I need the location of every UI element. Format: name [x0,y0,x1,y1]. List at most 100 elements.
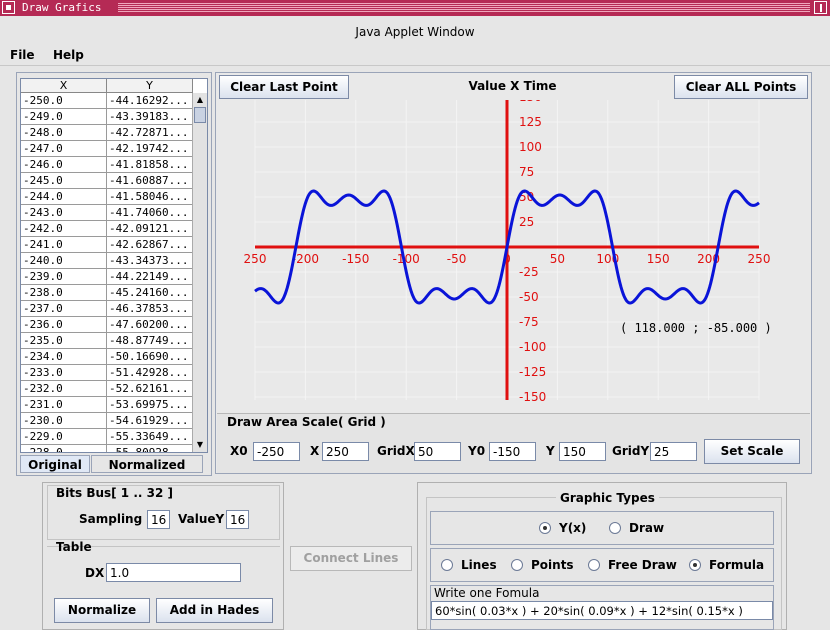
column-header-y[interactable]: Y [107,79,193,93]
cell-y[interactable]: -54.61929... [107,413,193,429]
cell-y[interactable]: -46.37853... [107,301,193,317]
table-row[interactable]: -247.0 -42.19742... [21,141,193,157]
cell-y[interactable]: -43.39183... [107,109,193,125]
table-scrollbar[interactable]: ▲ ▼ [192,93,207,452]
cell-y[interactable]: -44.16292... [107,93,193,109]
table-row[interactable]: -236.0 -47.60200... [21,317,193,333]
cell-x[interactable]: -244.0 [21,189,107,205]
plot-area[interactable]: 250-200-150-100-500501001502002501501251… [218,100,810,412]
cell-x[interactable]: -234.0 [21,349,107,365]
scroll-down-icon[interactable]: ▼ [195,440,205,450]
clear-last-point-button[interactable]: Clear Last Point [219,75,349,99]
table-row[interactable]: -240.0 -43.34373... [21,253,193,269]
cell-x[interactable]: -238.0 [21,285,107,301]
cell-y[interactable]: -45.24160... [107,285,193,301]
cell-x[interactable]: -245.0 [21,173,107,189]
cell-y[interactable]: -55.80928... [107,445,193,452]
draw-radio[interactable] [609,522,621,534]
lines-radio[interactable] [441,559,453,571]
formula-radio-label[interactable]: Formula [709,558,764,572]
cell-x[interactable]: -232.0 [21,381,107,397]
y-field[interactable]: 150 [559,442,606,461]
tab-normalized[interactable]: Normalized [91,455,203,473]
cell-x[interactable]: -250.0 [21,93,107,109]
table-row[interactable]: -242.0 -42.09121... [21,221,193,237]
table-row[interactable]: -237.0 -46.37853... [21,301,193,317]
cell-x[interactable]: -237.0 [21,301,107,317]
cell-y[interactable]: -41.74060... [107,205,193,221]
cell-y[interactable]: -42.62867... [107,237,193,253]
x-field[interactable]: 250 [322,442,369,461]
formula-radio[interactable] [689,559,701,571]
points-radio-label[interactable]: Points [531,558,574,572]
scroll-thumb[interactable] [194,107,206,123]
table-row[interactable]: -249.0 -43.39183... [21,109,193,125]
cell-x[interactable]: -235.0 [21,333,107,349]
table-row[interactable]: -248.0 -42.72871... [21,125,193,141]
cell-x[interactable]: -243.0 [21,205,107,221]
cell-y[interactable]: -42.19742... [107,141,193,157]
table-row[interactable]: -245.0 -41.60887... [21,173,193,189]
table-row[interactable]: -232.0 -52.62161... [21,381,193,397]
tab-original[interactable]: Original [20,455,90,473]
cell-y[interactable]: -42.09121... [107,221,193,237]
cell-y[interactable]: -43.34373... [107,253,193,269]
gridy-field[interactable]: 25 [650,442,697,461]
set-scale-button[interactable]: Set Scale [704,439,800,464]
free-draw-radio[interactable] [588,559,600,571]
draw-radio-label[interactable]: Draw [629,521,664,535]
table-row[interactable]: -230.0 -54.61929... [21,413,193,429]
x0-field[interactable]: -250 [253,442,300,461]
table-row[interactable]: -238.0 -45.24160... [21,285,193,301]
dx-field[interactable]: 1.0 [106,563,241,582]
cell-y[interactable]: -48.87749... [107,333,193,349]
cell-y[interactable]: -51.42928... [107,365,193,381]
cell-x[interactable]: -248.0 [21,125,107,141]
cell-y[interactable]: -47.60200... [107,317,193,333]
data-table[interactable]: X Y -250.0 -44.16292... -249.0 -43.39183...… [20,78,208,453]
table-row[interactable]: -250.0 -44.16292... [21,93,193,109]
lines-radio-label[interactable]: Lines [461,558,497,572]
yx-radio-label[interactable]: Y(x) [559,521,586,535]
cell-x[interactable]: -236.0 [21,317,107,333]
table-row[interactable]: -231.0 -53.69975... [21,397,193,413]
cell-y[interactable]: -42.72871... [107,125,193,141]
cell-x[interactable]: -241.0 [21,237,107,253]
formula-input[interactable]: 60*sin( 0.03*x ) + 20*sin( 0.09*x ) + 12… [431,601,773,620]
table-row[interactable]: -243.0 -41.74060... [21,205,193,221]
cell-x[interactable]: -229.0 [21,429,107,445]
cell-y[interactable]: -41.60887... [107,173,193,189]
cell-x[interactable]: -231.0 [21,397,107,413]
table-row[interactable]: -233.0 -51.42928... [21,365,193,381]
table-row[interactable]: -229.0 -55.33649... [21,429,193,445]
cell-y[interactable]: -44.22149... [107,269,193,285]
cell-x[interactable]: -230.0 [21,413,107,429]
cell-y[interactable]: -50.16690... [107,349,193,365]
cell-x[interactable]: -239.0 [21,269,107,285]
cell-x[interactable]: -247.0 [21,141,107,157]
scroll-up-icon[interactable]: ▲ [195,95,205,105]
table-row[interactable]: -234.0 -50.16690... [21,349,193,365]
column-header-x[interactable]: X [21,79,107,93]
maximize-icon[interactable] [814,1,827,14]
normalize-button[interactable]: Normalize [54,598,150,623]
cell-y[interactable]: -52.62161... [107,381,193,397]
table-row[interactable]: -235.0 -48.87749... [21,333,193,349]
points-radio[interactable] [511,559,523,571]
cell-y[interactable]: -41.58046... [107,189,193,205]
table-row[interactable]: -241.0 -42.62867... [21,237,193,253]
cell-x[interactable]: -246.0 [21,157,107,173]
cell-x[interactable]: -249.0 [21,109,107,125]
menu-help[interactable]: Help [53,48,84,62]
cell-x[interactable]: -228.0 [21,445,107,452]
cell-x[interactable]: -233.0 [21,365,107,381]
table-row[interactable]: -239.0 -44.22149... [21,269,193,285]
menu-file[interactable]: File [10,48,35,62]
table-row[interactable]: -228.0 -55.80928... [21,445,193,452]
free-draw-radio-label[interactable]: Free Draw [608,558,677,572]
connect-lines-button[interactable]: Connect Lines [290,546,412,571]
clear-all-points-button[interactable]: Clear ALL Points [674,75,808,99]
cell-x[interactable]: -240.0 [21,253,107,269]
cell-y[interactable]: -55.33649... [107,429,193,445]
y0-field[interactable]: -150 [489,442,536,461]
